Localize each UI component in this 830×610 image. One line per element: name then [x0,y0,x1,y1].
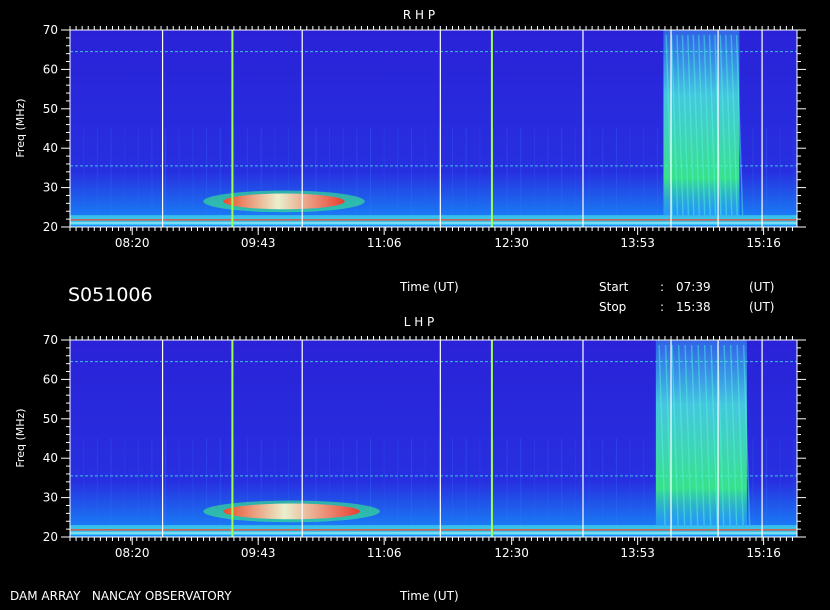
x-tick-label: 09:43 [241,546,276,560]
y-tick-label: 60 [43,62,58,76]
y-tick-label: 50 [43,102,58,116]
y-tick-label: 70 [43,23,58,37]
rhp-panel: R H P 20 30 40 50 60 70 08:20 09:43 11:06 12:30 13… [14,8,806,250]
x-tick-label: 08:20 [115,236,150,250]
lhp-title: L H P [404,315,435,329]
stop-label: Stop [599,300,626,314]
session-id: S051006 [68,284,153,306]
x-tick-label: 09:43 [241,236,276,250]
y-tick-label: 60 [43,372,58,386]
y-tick-label: 70 [43,333,58,347]
rhp-ylabel: Freq (MHz) [14,98,27,157]
rhp-title: R H P [403,8,435,22]
stop-value: 15:38 [676,300,711,314]
y-tick-label: 40 [43,451,58,465]
y-tick-label: 30 [43,181,58,195]
lhp-spectrogram: 20 30 40 50 60 70 08:20 09:43 11:06 12:30 13:53 15:… [43,333,806,560]
y-tick-label: 50 [43,412,58,426]
footer-time-label: Time (UT) [399,589,459,603]
x-tick-label: 13:53 [620,546,655,560]
x-tick-label: 12:30 [494,236,529,250]
middle-time-label: Time (UT) [399,280,459,294]
x-tick-label: 11:06 [367,236,402,250]
x-tick-label: 13:53 [620,236,655,250]
y-tick-label: 40 [43,141,58,155]
rhp-spectrogram: 20 30 40 50 60 70 08:20 09:43 11:06 12:30 13:53 15:… [43,23,806,250]
y-tick-label: 30 [43,491,58,505]
x-tick-label: 08:20 [115,546,150,560]
y-tick-label: 20 [43,220,58,234]
emission-hot-band [223,503,360,520]
lhp-panel: L H P 20 30 40 50 60 70 08:20 09:43 11:06 12:30 13… [14,315,806,560]
start-separator: : [660,280,664,294]
observatory-label: DAM ARRAY NANCAY OBSERVATORY [10,589,232,603]
start-value: 07:39 [676,280,711,294]
start-label: Start [599,280,629,294]
y-tick-label: 20 [43,530,58,544]
emission-hot-band [223,193,345,210]
observation-header: S051006 Time (UT) Start : 07:39 (UT) Sto… [68,280,774,314]
start-unit: (UT) [749,280,774,294]
x-tick-label: 15:16 [746,236,781,250]
x-tick-label: 11:06 [367,546,402,560]
spectrogram-figure: R H P 20 30 40 50 60 70 08:20 09:43 11:06 12:30 13… [10,8,806,603]
stop-separator: : [660,300,664,314]
x-tick-label: 15:16 [746,546,781,560]
lhp-ylabel: Freq (MHz) [14,408,27,467]
x-tick-label: 12:30 [494,546,529,560]
stop-unit: (UT) [749,300,774,314]
